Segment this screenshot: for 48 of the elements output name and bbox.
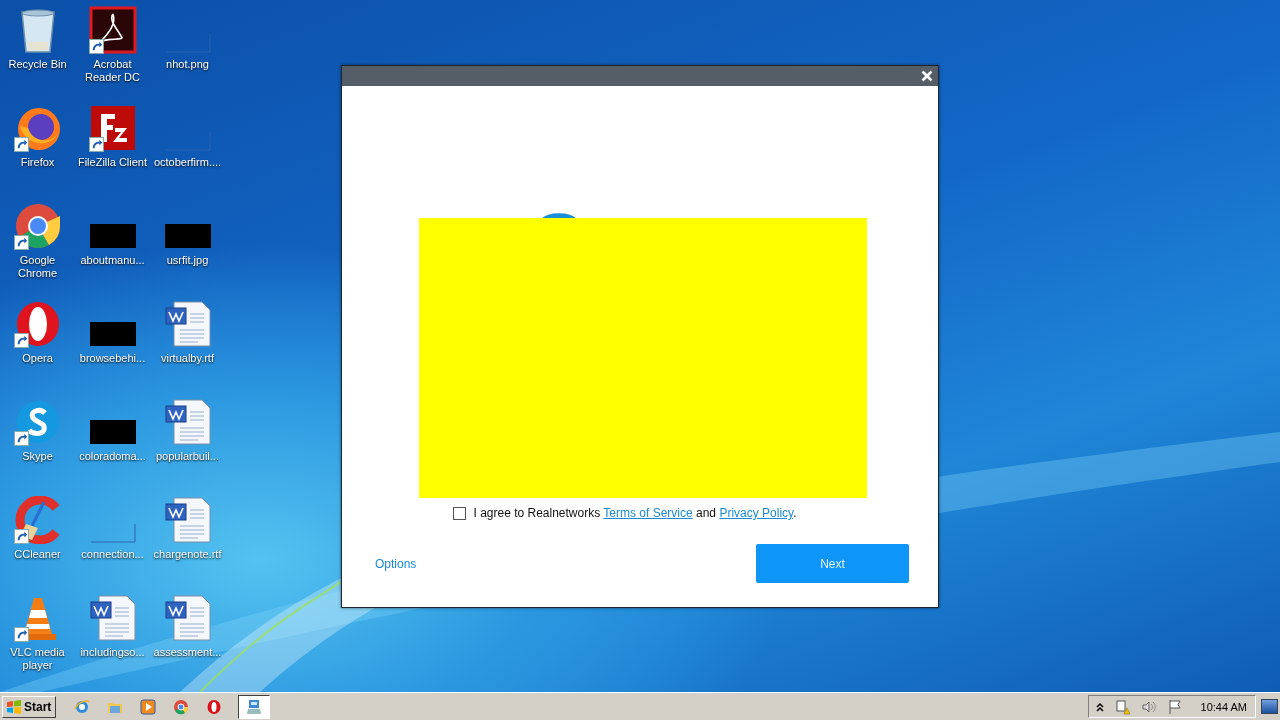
installer-monitor-icon xyxy=(246,698,263,715)
globe-e-icon[interactable] xyxy=(74,698,91,715)
desktop-icon-label[interactable]: usrfit.jpg xyxy=(150,254,225,267)
desktop-icon-label[interactable]: Opera xyxy=(0,352,75,365)
options-link[interactable]: Options xyxy=(375,556,417,571)
desktop-icon-label[interactable]: Recycle Bin xyxy=(0,58,75,71)
desktop-icon-label[interactable]: virtualby.rtf xyxy=(150,352,225,365)
agreement-text: I agree to Realnetworks Terms of Service and Privacy Policy. xyxy=(473,506,797,520)
word-document-icon[interactable] xyxy=(163,300,212,348)
desktop-icon-label[interactable]: aboutmanu... xyxy=(75,254,150,267)
close-icon[interactable] xyxy=(921,70,933,82)
desktop-icon-label[interactable]: chargenote.rtf xyxy=(150,548,225,561)
word-document-icon[interactable] xyxy=(88,594,137,642)
agree-checkbox[interactable] xyxy=(453,506,467,520)
windows-flag-icon xyxy=(6,698,22,715)
show-desktop-button[interactable] xyxy=(1261,699,1278,714)
desktop-icon-label[interactable]: CCleaner xyxy=(0,548,75,561)
desktop-icon-label[interactable]: coloradoma... xyxy=(75,450,150,463)
word-document-icon[interactable] xyxy=(163,594,212,642)
clock-text[interactable]: 10:44 AM xyxy=(1200,700,1247,713)
play-icon[interactable] xyxy=(140,698,157,715)
desktop-icon-label[interactable]: FileZilla Client xyxy=(75,156,150,169)
brush-c-icon[interactable] xyxy=(13,496,62,544)
ring-logo-icon[interactable] xyxy=(206,698,223,715)
desktop-icon-label[interactable]: VLC media player xyxy=(0,646,75,672)
zigzag-app-icon[interactable] xyxy=(88,104,137,152)
network-warning-icon[interactable] xyxy=(1114,698,1131,715)
desktop-icon-label[interactable]: popularbuil... xyxy=(150,450,225,463)
word-document-icon[interactable] xyxy=(163,398,212,446)
pdf-reader-icon[interactable] xyxy=(88,6,137,54)
next-button[interactable]: Next xyxy=(756,544,909,583)
desktop-icon-label[interactable]: octoberfirm.... xyxy=(150,156,225,169)
desktop-icon-label[interactable]: Firefox xyxy=(0,156,75,169)
word-document-icon[interactable] xyxy=(163,496,212,544)
desktop-icon-label[interactable]: nhot.png xyxy=(150,58,225,71)
desktop-icon-label[interactable]: includingso... xyxy=(75,646,150,659)
desktop-icon-label[interactable]: Acrobat Reader DC xyxy=(75,58,150,84)
desktop-icon-label[interactable]: connection... xyxy=(75,548,150,561)
desktop-icon-label[interactable]: Skype xyxy=(0,450,75,463)
terms-link[interactable]: Terms of Service xyxy=(603,506,693,520)
start-button[interactable]: Start xyxy=(2,695,57,718)
desktop-icon-label[interactable]: Google Chrome xyxy=(0,254,75,280)
desktop-icon-label[interactable]: assessment... xyxy=(150,646,225,659)
flag-icon[interactable] xyxy=(1166,698,1183,715)
taskbar-task-button[interactable] xyxy=(238,694,271,719)
chevron-up-icon[interactable] xyxy=(1094,700,1105,713)
desktop-icon-label[interactable]: browsebehi... xyxy=(75,352,150,365)
browser-wheel-icon[interactable] xyxy=(173,698,190,715)
